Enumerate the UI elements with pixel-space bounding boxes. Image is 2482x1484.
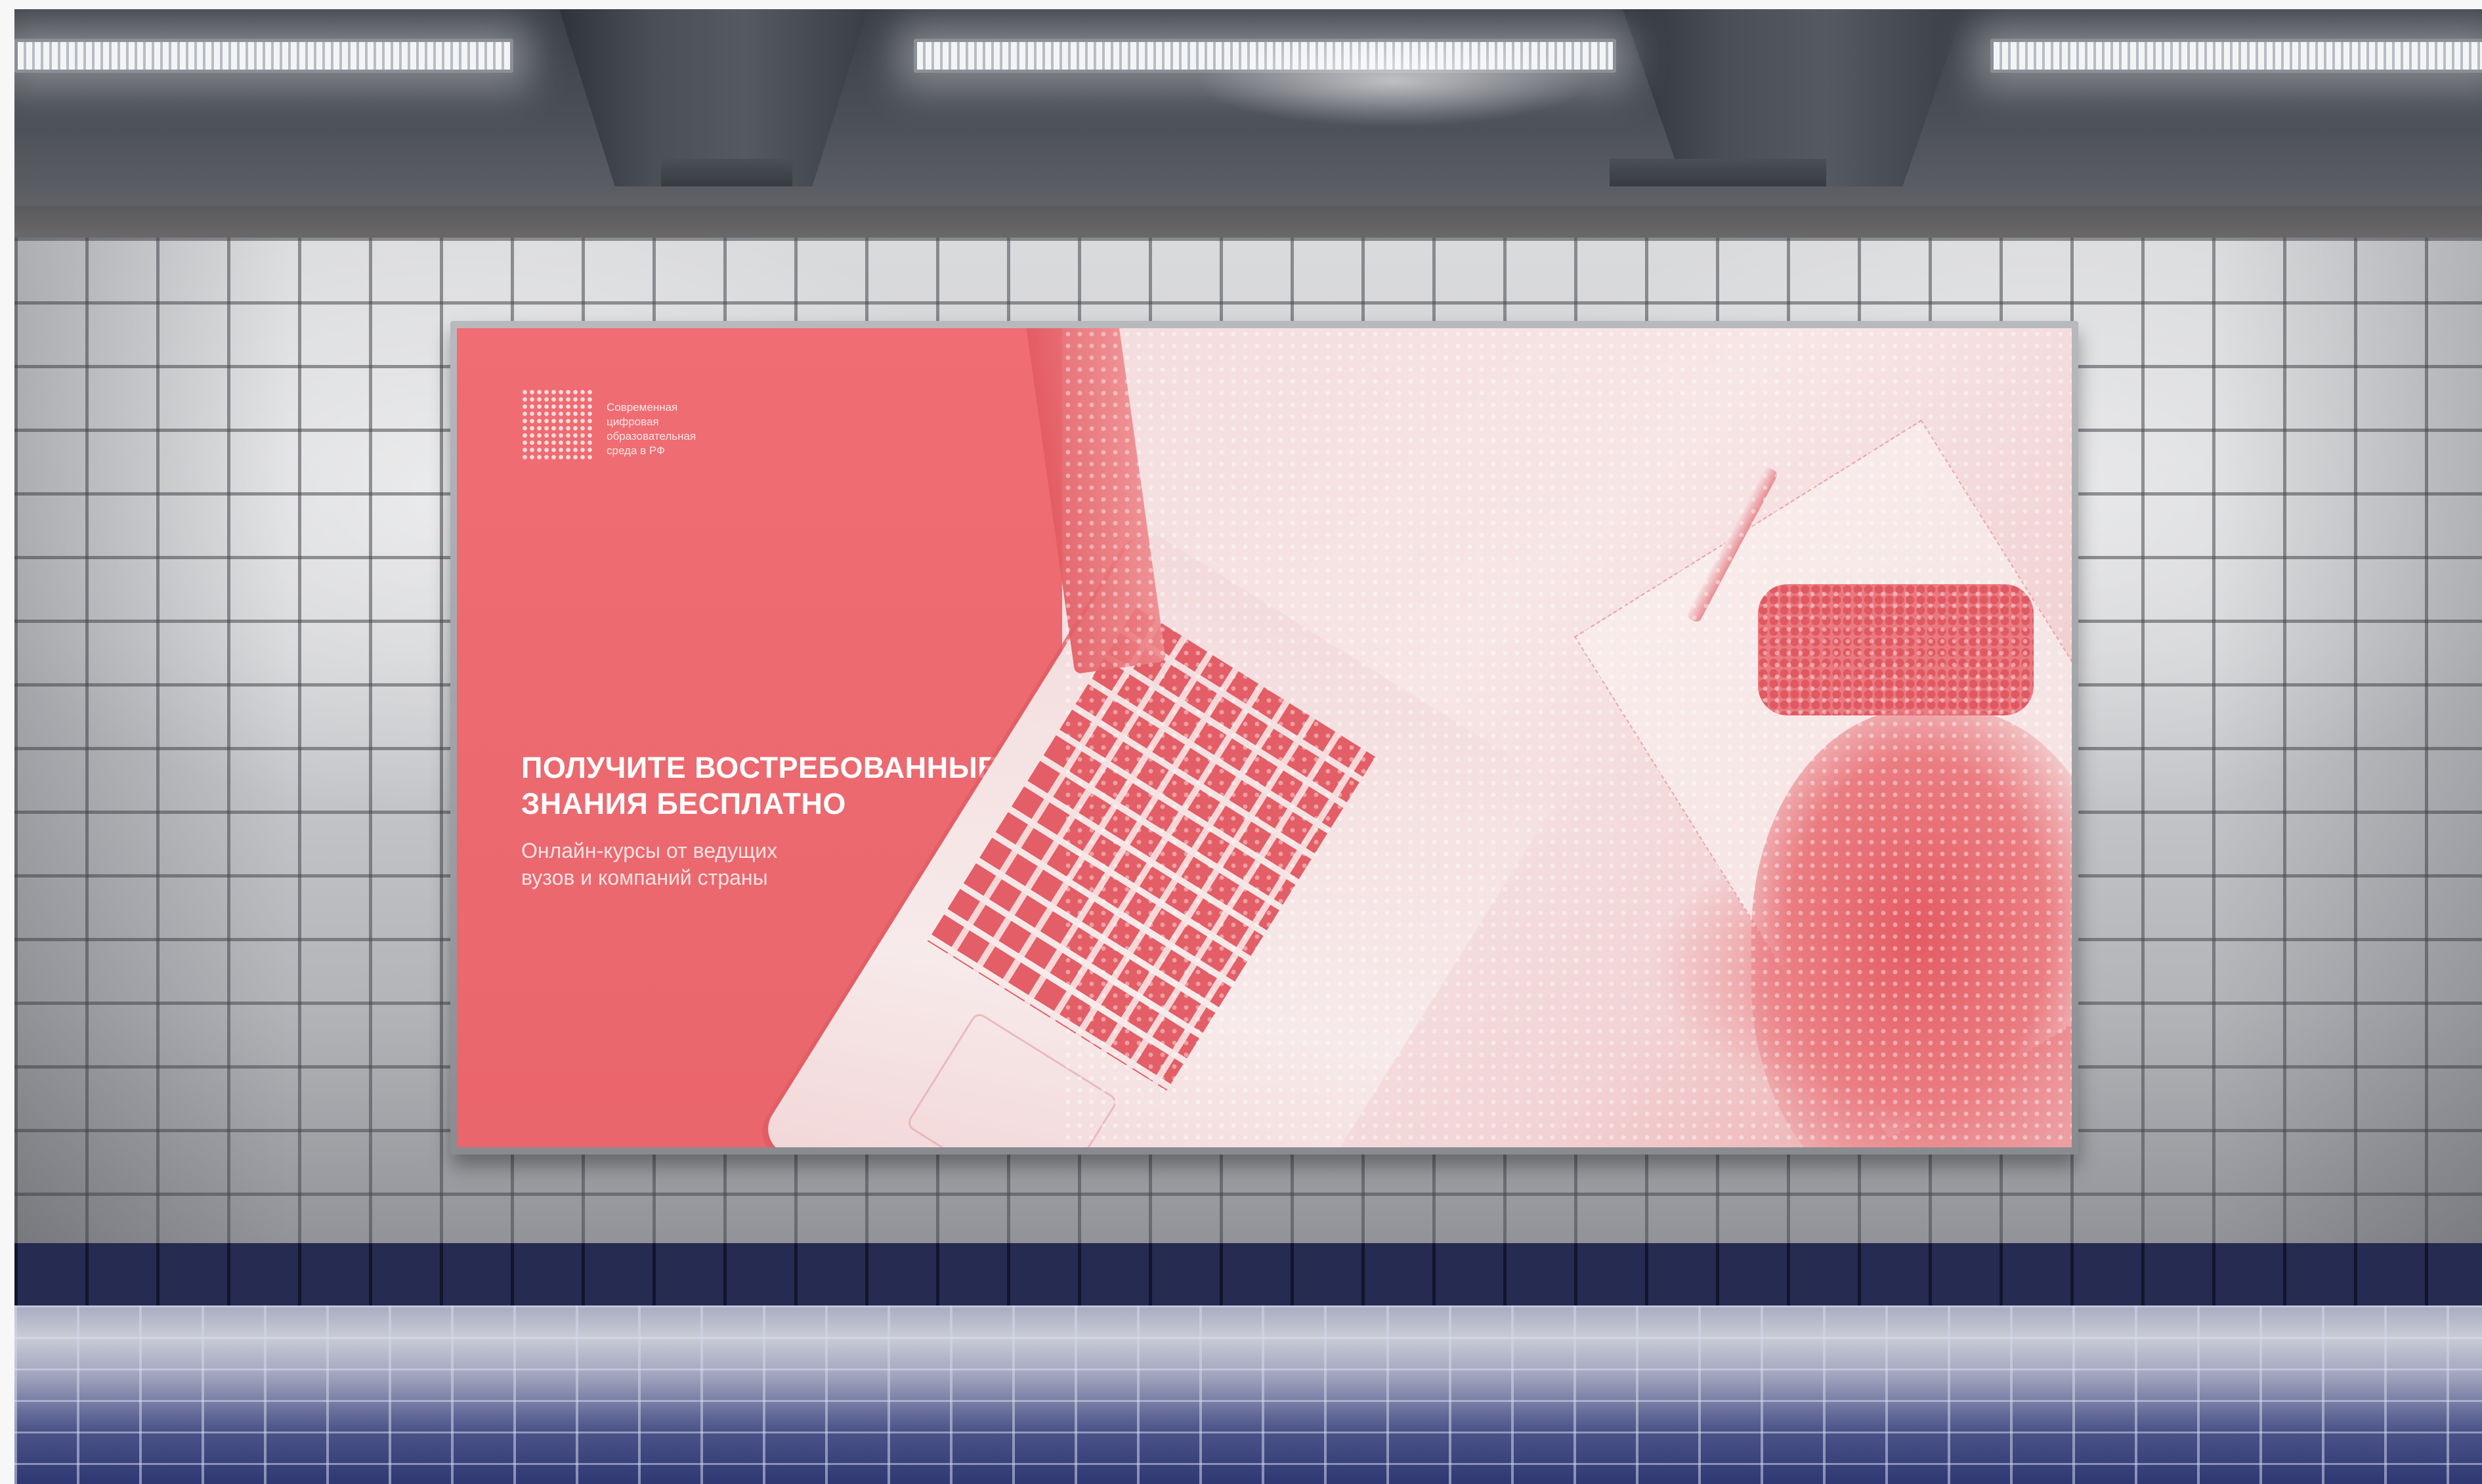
logo-line: среда в РФ	[607, 444, 665, 457]
floor-grout-lines	[14, 1305, 2482, 1484]
headline-line: ЗНАНИЯ БЕСПЛАТНО	[521, 787, 846, 820]
ceiling-light-left	[14, 39, 513, 73]
beam-cap-left	[661, 159, 792, 186]
wall-shade-right	[2206, 238, 2482, 1265]
ceiling-light-center	[914, 39, 1616, 73]
logo-line: образовательная	[607, 430, 696, 442]
wall-shade-left	[14, 238, 290, 1265]
beam-cap-right	[1610, 159, 1826, 186]
poster-photo-panel	[758, 328, 2072, 1147]
logo-line: цифровая	[607, 415, 659, 428]
billboard-poster: Современная цифровая образовательная сре…	[457, 328, 2072, 1147]
wall-blue-band	[14, 1243, 2482, 1305]
subway-scene: Современная цифровая образовательная сре…	[14, 9, 2482, 1484]
logo-line: Современная	[607, 401, 678, 413]
headline-line: ПОЛУЧИТЕ ВОСТРЕБОВАННЫЕ	[521, 751, 998, 784]
poster-headline: ПОЛУЧИТЕ ВОСТРЕБОВАННЫЕ ЗНАНИЯ БЕСПЛАТНО	[521, 750, 1020, 822]
logo-text: Современная цифровая образовательная сре…	[607, 400, 764, 458]
ceiling-light-right	[1990, 39, 2482, 73]
logo-dots-icon	[521, 389, 595, 462]
halftone-dots-overlay	[1062, 328, 2072, 1147]
logo: Современная цифровая образовательная сре…	[521, 389, 744, 474]
